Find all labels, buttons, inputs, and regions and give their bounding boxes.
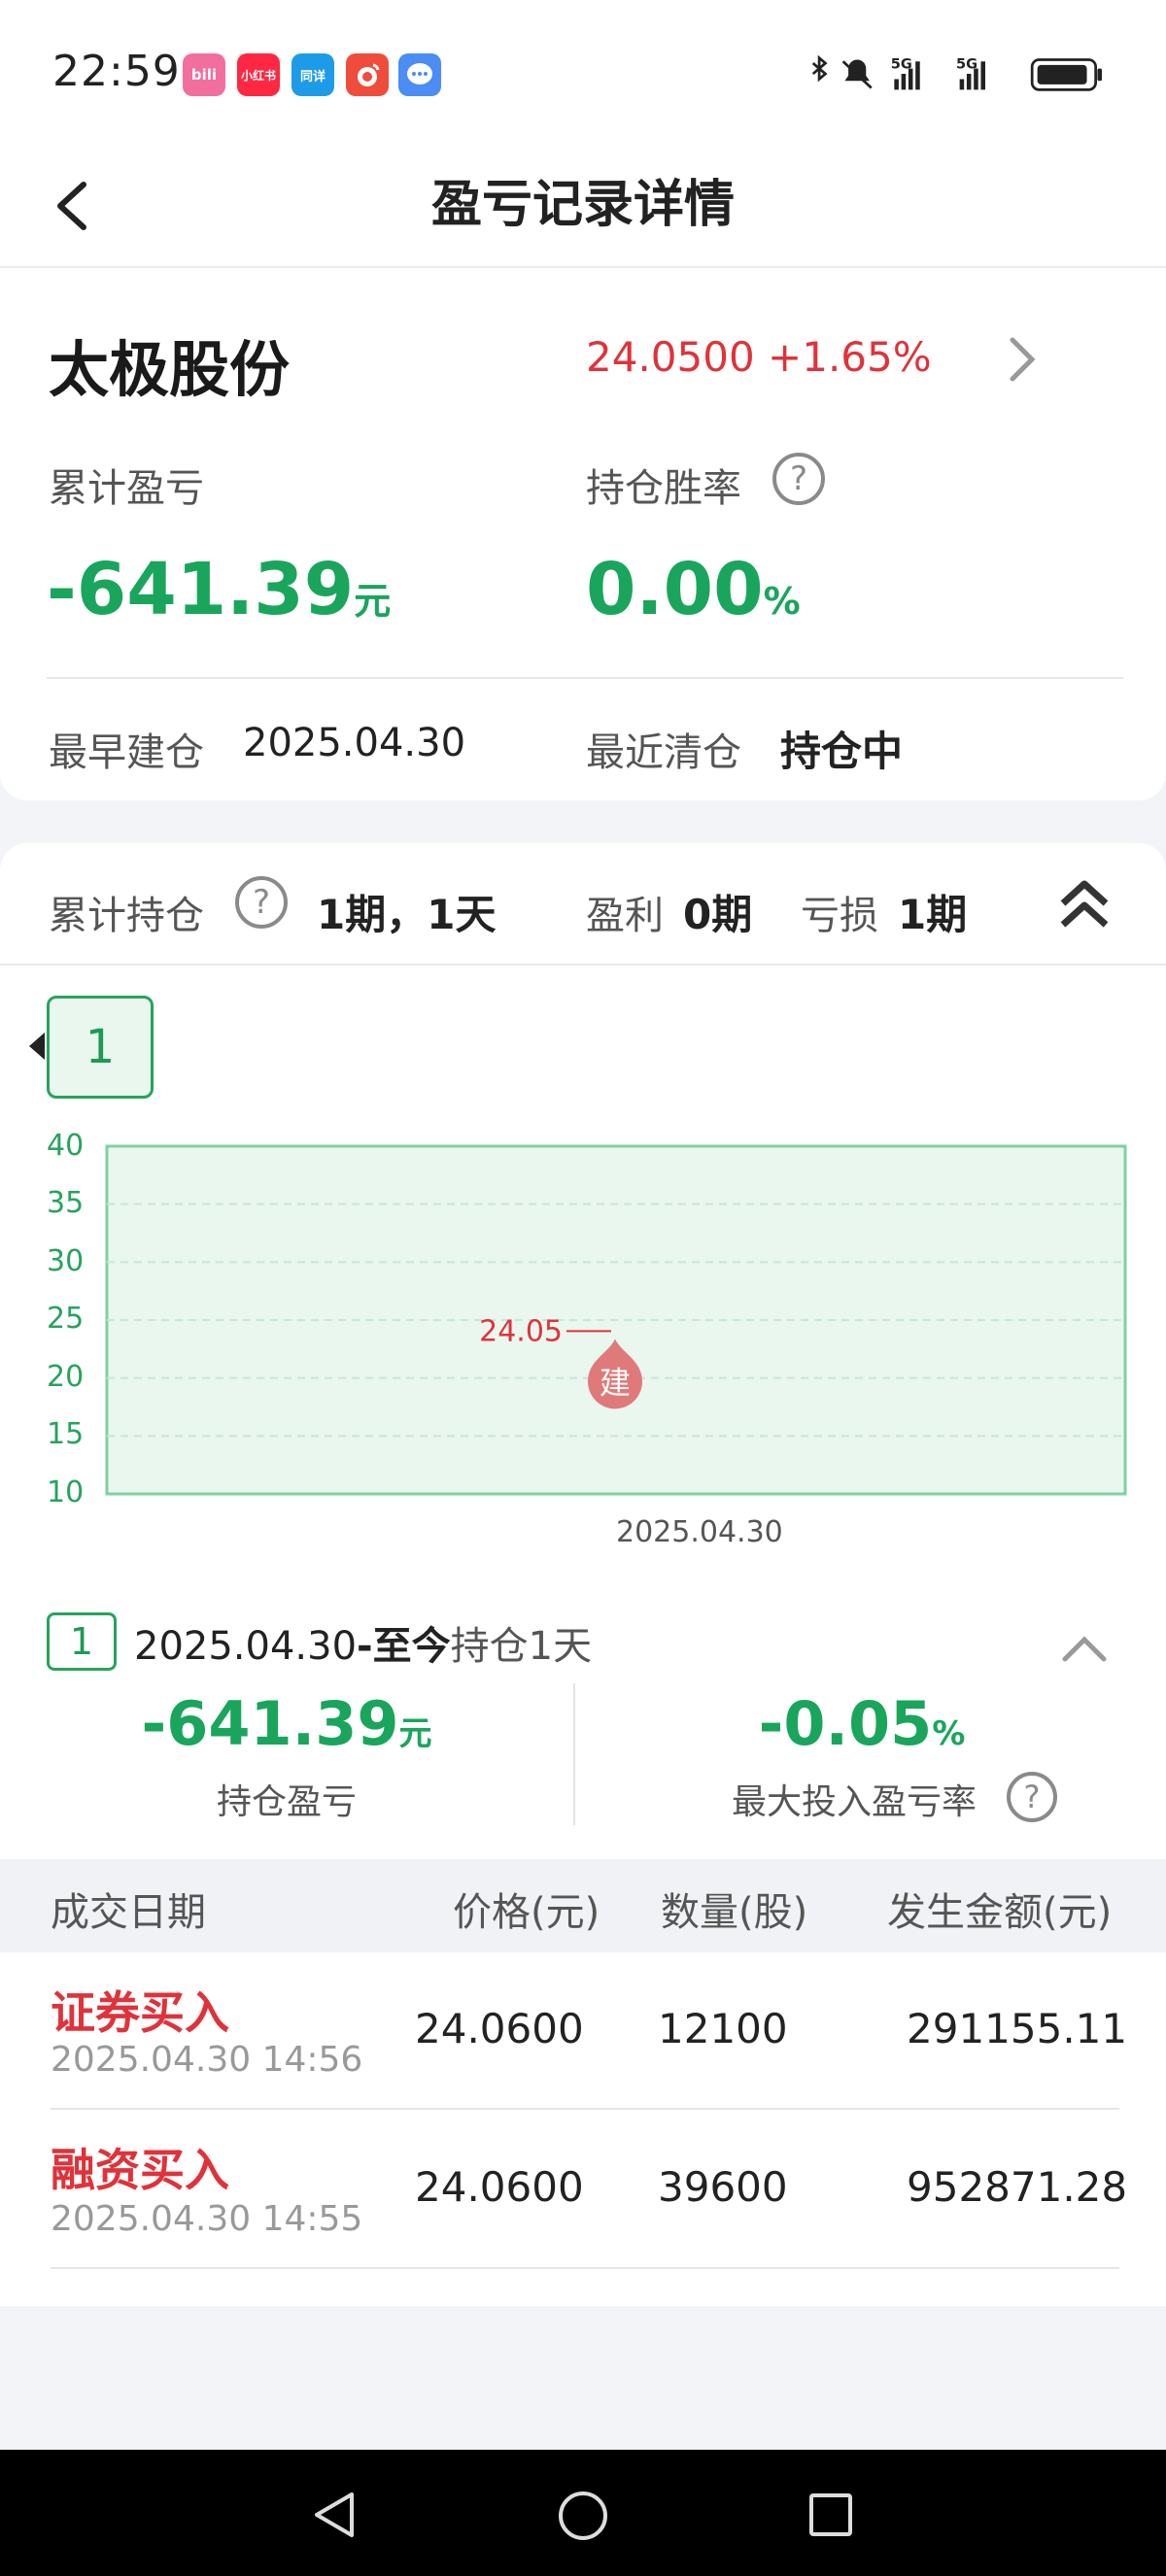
battery-icon	[1030, 58, 1102, 91]
stock-name: 太极股份	[49, 334, 291, 405]
nav-back-icon[interactable]	[309, 2489, 361, 2541]
column-header-qty: 数量(股)	[661, 1890, 808, 1935]
trade-type: 证券买入	[51, 1986, 229, 2039]
trade-time: 2025.04.30 14:56	[51, 2040, 363, 2080]
loss-label: 亏损	[801, 894, 878, 938]
range-start: 2025.04.30	[134, 1624, 358, 1669]
chevron-right-icon[interactable]	[1001, 330, 1044, 389]
max-rate-unit: %	[932, 1714, 966, 1753]
divider	[0, 964, 1166, 966]
y-tick-label: 30	[47, 1244, 85, 1278]
bilibili-icon: bili	[183, 53, 225, 96]
trade-qty: 39600	[658, 2163, 788, 2211]
system-status-icons: 5G 5G	[811, 54, 1102, 91]
help-icon[interactable]: ?	[1007, 1772, 1057, 1822]
holding-label: 累计持仓	[49, 894, 204, 938]
trade-amount: 952871.28	[907, 2163, 1128, 2211]
message-icon	[398, 53, 441, 96]
row-divider	[51, 2108, 1119, 2110]
row-divider	[51, 2267, 1119, 2269]
period-duration: 持仓1天	[450, 1624, 593, 1669]
trade-amount: 291155.11	[907, 2005, 1128, 2052]
column-header-amount: 发生金额(元)	[887, 1890, 1113, 1935]
period-range: 2025.04.30-至今持仓1天	[134, 1614, 592, 1671]
max-rate-value: -0.05%	[575, 1688, 1149, 1759]
column-header-date: 成交日期	[51, 1890, 206, 1935]
holding-chart: 24.05 建	[105, 1144, 1127, 1496]
range-end: 至今	[372, 1624, 451, 1669]
max-rate-label: 最大投入盈亏率	[732, 1782, 977, 1822]
status-time: 22:59	[52, 47, 181, 96]
nav-recent-apps-icon[interactable]	[806, 2491, 855, 2539]
app-icon: 同详	[292, 53, 334, 96]
y-tick-label: 40	[47, 1129, 85, 1163]
page-title: 盈亏记录详情	[430, 176, 735, 234]
holding-value: 1期，1天	[317, 891, 497, 938]
chevron-up-icon[interactable]	[1061, 1628, 1108, 1667]
trade-price: 24.0600	[415, 2005, 584, 2052]
y-tick-label: 15	[47, 1417, 85, 1451]
period-index-badge: 1	[47, 1612, 117, 1671]
y-tick-label: 10	[47, 1475, 85, 1509]
app-label: 小红书	[240, 68, 276, 83]
cum-pl-label: 累计盈亏	[49, 466, 204, 511]
x-tick-label: 2025.04.30	[616, 1515, 783, 1549]
recent-value: 持仓中	[780, 728, 904, 775]
loss-value: 1期	[898, 891, 968, 938]
stock-price-change: 24.0500 +1.65%	[586, 333, 932, 381]
navigation-bar	[0, 2450, 1166, 2576]
y-tick-label: 25	[47, 1302, 85, 1336]
cum-pl-unit: 元	[354, 580, 392, 623]
cum-pl-value: -641.39元	[47, 548, 391, 631]
mute-icon	[841, 59, 873, 89]
profit-label: 盈利	[586, 894, 664, 938]
earliest-value: 2025.04.30	[243, 721, 466, 765]
weibo-icon	[346, 53, 389, 96]
trade-price: 24.0600	[415, 2163, 584, 2211]
holding-pl-value: -641.39元	[0, 1688, 573, 1759]
holding-pl-number: -641.39	[141, 1688, 399, 1759]
help-icon[interactable]: ?	[772, 453, 825, 505]
cum-pl-number: -641.39	[47, 548, 355, 631]
win-rate-value: 0.00%	[586, 548, 801, 631]
holding-card	[0, 843, 1166, 2306]
divider	[47, 677, 1123, 679]
y-tick-label: 35	[47, 1186, 85, 1220]
marker-price-label: 24.05	[479, 1314, 563, 1348]
trade-qty: 12100	[658, 2005, 788, 2052]
marker-label: 建	[600, 1364, 631, 1401]
win-rate-label: 持仓胜率	[586, 466, 741, 511]
scroll-left-indicator	[29, 1033, 45, 1060]
period-tab[interactable]: 1	[47, 996, 154, 1099]
bluetooth-icon	[811, 54, 828, 83]
holding-pl-label: 持仓盈亏	[216, 1782, 357, 1822]
nav-home-icon[interactable]	[556, 2489, 610, 2543]
win-rate-number: 0.00	[586, 548, 764, 631]
app-label: 同详	[299, 69, 326, 85]
max-rate-number: -0.05	[758, 1688, 933, 1759]
xiaohongshu-icon: 小红书	[237, 53, 280, 96]
y-tick-label: 20	[47, 1360, 85, 1394]
holding-pl-unit: 元	[398, 1714, 432, 1753]
win-rate-unit: %	[763, 580, 801, 623]
trade-type: 融资买入	[51, 2144, 229, 2196]
app-label: bili	[190, 66, 218, 84]
trade-time: 2025.04.30 14:55	[51, 2199, 363, 2239]
profit-value: 0期	[683, 891, 753, 938]
earliest-label: 最早建仓	[49, 730, 204, 775]
range-dash: -	[357, 1624, 373, 1669]
column-header-price: 价格(元)	[453, 1890, 600, 1935]
recent-label: 最近清仓	[586, 730, 741, 775]
help-icon[interactable]: ?	[235, 876, 288, 929]
collapse-icon[interactable]	[1057, 874, 1112, 932]
